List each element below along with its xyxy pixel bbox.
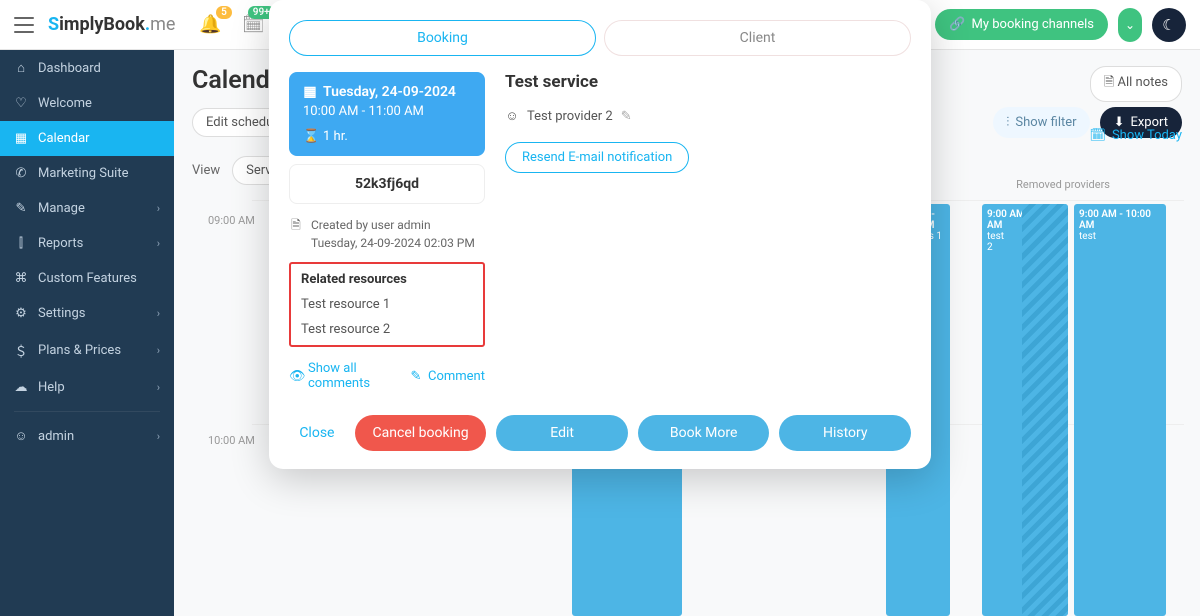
history-button[interactable]: History xyxy=(779,415,911,451)
calendar-icon: ▦ xyxy=(303,84,317,100)
date-card: ▦ Tuesday, 24-09-2024 10:00 AM - 11:00 AM… xyxy=(289,72,485,156)
tab-client[interactable]: Client xyxy=(604,20,911,56)
modal-backdrop: Booking Client ▦ Tuesday, 24-09-2024 10:0… xyxy=(0,0,1200,616)
provider-name: Test provider 2 xyxy=(527,109,613,124)
comment-label: Comment xyxy=(428,369,485,384)
created-by: Created by user admin xyxy=(311,216,475,234)
related-resource-item: Test resource 2 xyxy=(301,322,473,337)
booking-modal: Booking Client ▦ Tuesday, 24-09-2024 10:0… xyxy=(269,0,931,469)
booking-duration: 1 hr. xyxy=(323,129,348,144)
edit-button[interactable]: Edit xyxy=(496,415,628,451)
resend-email-button[interactable]: Resend E-mail notification xyxy=(505,142,689,173)
booking-code: 52k3fj6qd xyxy=(289,164,485,204)
created-at: Tuesday, 24-09-2024 02:03 PM xyxy=(311,234,475,252)
related-resources-box: Related resources Test resource 1 Test r… xyxy=(289,262,485,347)
created-info: 🗎 Created by user admin Tuesday, 24-09-2… xyxy=(289,216,485,252)
tab-booking[interactable]: Booking xyxy=(289,20,596,56)
close-button[interactable]: Close xyxy=(289,425,345,441)
edit-provider-icon[interactable]: ✎ xyxy=(621,109,632,124)
hourglass-icon: ⌛ xyxy=(303,129,317,144)
related-title: Related resources xyxy=(301,272,473,287)
eye-icon: 👁 xyxy=(289,369,303,384)
booking-date: Tuesday, 24-09-2024 xyxy=(323,84,456,100)
comment-link[interactable]: ✎ Comment xyxy=(409,361,485,391)
pencil-icon: ✎ xyxy=(409,369,423,384)
show-comments-link[interactable]: 👁 Show all comments xyxy=(289,361,393,391)
cancel-booking-button[interactable]: Cancel booking xyxy=(355,415,487,451)
related-resource-item: Test resource 1 xyxy=(301,297,473,312)
booking-time: 10:00 AM - 11:00 AM xyxy=(303,104,471,119)
book-more-button[interactable]: Book More xyxy=(638,415,770,451)
person-icon: ☺ xyxy=(505,108,519,124)
show-comments-label: Show all comments xyxy=(308,361,393,391)
service-name: Test service xyxy=(505,72,911,92)
file-icon: 🗎 xyxy=(289,216,303,252)
